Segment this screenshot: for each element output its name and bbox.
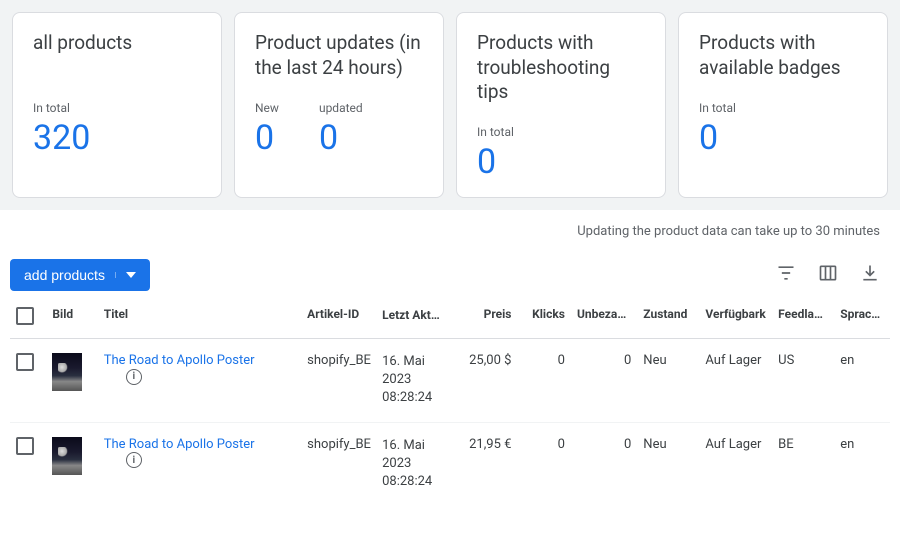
cell-language: en (834, 422, 890, 505)
download-icon[interactable] (860, 263, 880, 287)
col-image[interactable]: Bild (46, 297, 97, 339)
update-notice: Updating the product data can take up to… (0, 210, 900, 253)
col-language[interactable]: Sprache (834, 297, 890, 339)
product-thumbnail[interactable] (52, 437, 82, 475)
col-unpaid[interactable]: Unbezahl Klicks (571, 297, 637, 339)
table-row[interactable]: The Road to Apollo Poster i shopify_BE 1… (10, 422, 890, 505)
card-product-updates[interactable]: Product updates (in the last 24 hours) N… (234, 12, 444, 198)
card-badges[interactable]: Products with available badges In total … (678, 12, 888, 198)
cell-clicks: 0 (517, 422, 571, 505)
metric-value: 0 (477, 145, 514, 179)
cell-status: Neu (637, 339, 699, 423)
card-title: Products with troubleshooting tips (477, 31, 645, 105)
metric-value: 0 (255, 121, 279, 155)
metric-value: 0 (319, 121, 363, 155)
filter-icon[interactable] (776, 263, 796, 287)
row-checkbox[interactable] (16, 353, 34, 371)
cell-price: 25,00 $ (449, 339, 518, 423)
cell-status: Neu (637, 422, 699, 505)
cell-unpaid: 0 (571, 422, 637, 505)
info-icon[interactable]: i (126, 369, 142, 385)
metric-label: In total (477, 125, 514, 139)
metric-label: In total (699, 101, 736, 115)
info-icon[interactable]: i (126, 452, 142, 468)
col-updated[interactable]: Letzt Aktu (376, 297, 449, 339)
columns-icon[interactable] (818, 263, 838, 287)
add-products-button[interactable]: add products (10, 259, 150, 291)
cell-language: en (834, 339, 890, 423)
cell-updated: 16. Mai 2023 08:28:24 (376, 422, 449, 505)
cell-availability: Auf Lager (699, 422, 772, 505)
cell-feedlabel: BE (772, 422, 834, 505)
col-title[interactable]: Titel (98, 297, 301, 339)
metric-label: New (255, 101, 279, 115)
col-availability[interactable]: Verfügbark (699, 297, 772, 339)
card-troubleshooting[interactable]: Products with troubleshooting tips In to… (456, 12, 666, 198)
cell-feedlabel: US (772, 339, 834, 423)
chevron-down-icon (115, 272, 136, 278)
metric-value: 320 (33, 121, 90, 155)
cell-article: shopify_BE (301, 339, 376, 423)
product-thumbnail[interactable] (52, 353, 82, 391)
card-title: Product updates (in the last 24 hours) (255, 31, 423, 81)
col-feedlabel[interactable]: Feedlabel (772, 297, 834, 339)
col-price[interactable]: Preis (449, 297, 518, 339)
card-title: all products (33, 31, 201, 81)
metric-value: 0 (699, 121, 736, 155)
cell-unpaid: 0 (571, 339, 637, 423)
cell-article: shopify_BE (301, 422, 376, 505)
card-all-products[interactable]: all products In total 320 (12, 12, 222, 198)
cell-price: 21,95 € (449, 422, 518, 505)
col-status[interactable]: Zustand (637, 297, 699, 339)
product-title-link[interactable]: The Road to Apollo Poster (104, 353, 255, 368)
cell-clicks: 0 (517, 339, 571, 423)
table-toolbar: add products (0, 253, 900, 297)
cell-updated: 16. Mai 2023 08:28:24 (376, 339, 449, 423)
cell-availability: Auf Lager (699, 339, 772, 423)
select-all-checkbox[interactable] (16, 307, 34, 325)
product-title-link[interactable]: The Road to Apollo Poster (104, 437, 255, 452)
metric-label: updated (319, 101, 363, 115)
col-article[interactable]: Artikel-ID (301, 297, 376, 339)
summary-cards-row: all products In total 320 Product update… (0, 0, 900, 210)
sort-desc-icon (445, 307, 449, 322)
products-table: Bild Titel Artikel-ID Letzt Aktu Preis K… (10, 297, 890, 505)
add-products-label: add products (24, 267, 105, 283)
col-clicks[interactable]: Klicks (517, 297, 571, 339)
row-checkbox[interactable] (16, 437, 34, 455)
card-title: Products with available badges (699, 31, 867, 81)
metric-label: In total (33, 101, 90, 115)
table-row[interactable]: The Road to Apollo Poster i shopify_BE 1… (10, 339, 890, 423)
